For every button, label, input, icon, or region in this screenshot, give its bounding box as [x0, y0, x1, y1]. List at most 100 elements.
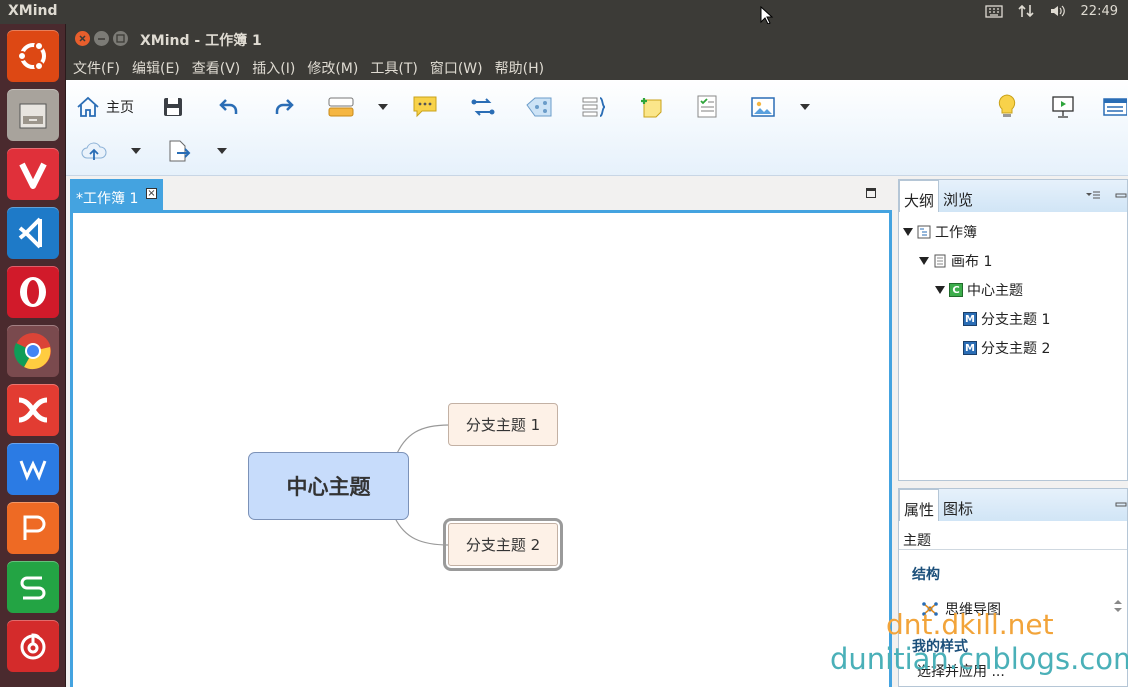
presentation-icon — [1052, 96, 1074, 118]
structure-heading: 结构 — [912, 567, 940, 583]
menu-edit[interactable]: 编辑(E) — [131, 54, 186, 80]
spinner-arrows-icon[interactable] — [1113, 599, 1123, 613]
tab-icons[interactable]: 图标 — [939, 489, 977, 521]
export-dropdown-chevron-icon[interactable] — [217, 148, 227, 154]
structure-select[interactable]: 思维导图 — [921, 599, 1001, 619]
chrome-icon[interactable] — [7, 325, 59, 377]
share-upload-button[interactable] — [80, 138, 108, 164]
share-dropdown-chevron-icon[interactable] — [131, 148, 141, 154]
redo-button[interactable] — [271, 94, 297, 120]
maximize-window-button[interactable] — [113, 31, 128, 46]
mindmap-structure-icon — [922, 602, 938, 616]
expand-triangle-icon[interactable] — [935, 286, 945, 294]
tree-item-branch-2[interactable]: M 分支主题 2 — [963, 338, 1050, 358]
clock[interactable]: 22:49 — [1081, 4, 1118, 19]
menu-tools[interactable]: 工具(T) — [369, 54, 423, 80]
menu-insert[interactable]: 插入(I) — [251, 54, 301, 80]
wps-writer-icon[interactable] — [7, 443, 59, 495]
expand-triangle-icon[interactable] — [903, 228, 913, 236]
undo-button[interactable] — [216, 94, 242, 120]
wps-spreadsheet-icon[interactable] — [7, 561, 59, 613]
image-dropdown-chevron-icon[interactable] — [800, 104, 810, 110]
branch-topic-1[interactable]: 分支主题 1 — [448, 403, 558, 446]
note-button[interactable] — [638, 94, 664, 120]
relationship-button[interactable] — [470, 94, 496, 120]
properties-subject: 主题 — [903, 533, 931, 549]
style-select[interactable]: 选择并应用 ... — [917, 661, 1005, 681]
branch-topic-2[interactable]: 分支主题 2 — [443, 518, 563, 571]
undo-icon — [219, 99, 238, 114]
vscode-icon[interactable] — [7, 207, 59, 259]
insert-topic-button[interactable] — [326, 94, 356, 120]
opera-icon[interactable] — [7, 266, 59, 318]
tab-close-icon[interactable]: × — [146, 188, 157, 199]
callout-button[interactable] — [412, 94, 438, 120]
minimize-panel-icon[interactable] — [1115, 499, 1127, 509]
export-icon — [169, 140, 191, 162]
menu-bar: 文件(F) 编辑(E) 查看(V) 插入(I) 修改(M) 工具(T) 窗口(W… — [66, 54, 1128, 80]
menu-modify[interactable]: 修改(M) — [306, 54, 364, 80]
file-manager-icon[interactable] — [7, 89, 59, 141]
ubuntu-dash-icon[interactable] — [7, 30, 59, 82]
tab-overview[interactable]: 浏览 — [939, 180, 977, 212]
menu-file[interactable]: 文件(F) — [72, 54, 126, 80]
ubuntu-launcher — [0, 24, 66, 687]
divider — [899, 549, 1127, 550]
brainstorm-button[interactable] — [994, 92, 1020, 120]
home-button[interactable]: 主页 — [76, 94, 134, 120]
outline-panel: 大纲 浏览 工作簿 画布 1 C 中心主题 M 分支主题 1 M 分支主题 2 — [898, 179, 1128, 481]
minimize-window-button[interactable] — [94, 31, 109, 46]
volume-icon[interactable] — [1049, 3, 1067, 19]
tab-outline[interactable]: 大纲 — [899, 180, 940, 212]
presentation-button[interactable] — [1050, 94, 1076, 120]
my-style-heading: 我的样式 — [912, 639, 968, 655]
task-checklist-icon — [697, 95, 717, 118]
netease-music-icon[interactable] — [7, 620, 59, 672]
insert-image-button[interactable] — [750, 94, 776, 120]
mouse-cursor-icon — [760, 6, 774, 25]
cloud-upload-icon — [81, 142, 107, 160]
topic-icon — [328, 97, 354, 117]
xmind-icon[interactable] — [7, 384, 59, 436]
menu-view[interactable]: 查看(V) — [191, 54, 247, 80]
summary-icon — [582, 97, 606, 117]
callout-icon — [413, 96, 437, 118]
tree-item-central[interactable]: C 中心主题 — [935, 280, 1023, 300]
central-topic-icon: C — [949, 283, 963, 297]
summary-button[interactable] — [580, 94, 608, 120]
tree-item-sheet[interactable]: 画布 1 — [919, 251, 992, 271]
tree-item-workbook[interactable]: 工作簿 — [903, 222, 977, 242]
vivaldi-icon[interactable] — [7, 148, 59, 200]
boundary-button[interactable] — [524, 94, 554, 120]
layout-button[interactable] — [1102, 94, 1128, 120]
menu-help[interactable]: 帮助(H) — [494, 54, 550, 80]
expand-triangle-icon[interactable] — [919, 257, 929, 265]
central-topic[interactable]: 中心主题 — [248, 452, 409, 520]
view-menu-icon[interactable] — [1085, 190, 1101, 200]
tree-item-branch-1[interactable]: M 分支主题 1 — [963, 309, 1050, 329]
network-icon[interactable] — [1017, 3, 1035, 19]
redo-icon — [275, 99, 294, 114]
mindmap-canvas[interactable]: 中心主题 分支主题 1 分支主题 2 — [70, 210, 892, 687]
save-button[interactable] — [160, 94, 186, 120]
tab-properties[interactable]: 属性 — [899, 489, 940, 521]
minimize-panel-icon[interactable] — [1115, 190, 1127, 200]
connector-lines — [394, 424, 450, 546]
task-button[interactable] — [694, 92, 720, 120]
topic-dropdown-chevron-icon[interactable] — [378, 104, 388, 110]
menu-window[interactable]: 窗口(W) — [429, 54, 489, 80]
keyboard-icon[interactable] — [984, 3, 1003, 19]
editor-maximize-icon[interactable] — [866, 188, 876, 198]
tree-label-branch-2: 分支主题 2 — [981, 341, 1051, 357]
tab-workbook-label: *工作簿 1 — [76, 191, 139, 207]
export-button[interactable] — [166, 138, 192, 164]
tab-workbook[interactable]: *工作簿 1 × — [70, 179, 163, 213]
active-app-name: XMind — [8, 3, 58, 19]
structure-value: 思维导图 — [945, 602, 1001, 618]
outline-panel-tabs: 大纲 浏览 — [899, 180, 1127, 212]
wps-presentation-icon[interactable] — [7, 502, 59, 554]
boundary-icon — [526, 97, 552, 117]
tree-label-central: 中心主题 — [967, 283, 1023, 299]
save-icon — [164, 98, 182, 116]
close-window-button[interactable] — [75, 31, 90, 46]
